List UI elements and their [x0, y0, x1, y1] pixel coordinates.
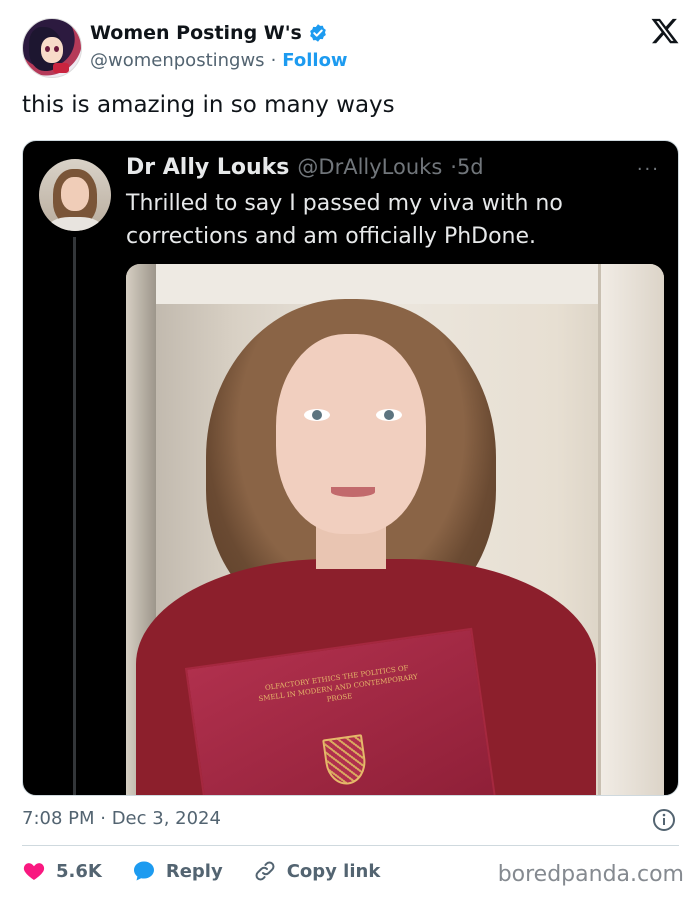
divider — [22, 845, 679, 846]
quoted-tweet-card[interactable]: Dr Ally Louks @DrAllyLouks ·5d ··· Thril… — [22, 140, 679, 796]
reply-button[interactable]: Reply — [132, 859, 223, 883]
like-button[interactable]: 5.6K — [22, 859, 102, 883]
author-display-name[interactable]: Women Posting W's — [90, 22, 302, 44]
quoted-handle[interactable]: @DrAllyLouks — [297, 155, 442, 179]
tweet-header: Women Posting W's @womenpostingws · Foll… — [22, 16, 682, 80]
tweet-timestamp[interactable]: 7:08 PM · Dec 3, 2024 — [22, 808, 221, 829]
book-title: OLFACTORY ETHICS THE POLITICS OF SMELL I… — [258, 663, 419, 704]
author-handle-row: @womenpostingws · Follow — [90, 50, 348, 71]
like-count: 5.6K — [56, 860, 102, 882]
quoted-name-row: Dr Ally Louks @DrAllyLouks ·5d — [126, 155, 484, 180]
copy-link-label: Copy link — [286, 860, 381, 882]
handle-separator: · — [270, 50, 277, 71]
copy-link-button[interactable]: Copy link — [253, 859, 381, 883]
follow-button[interactable]: Follow — [282, 50, 347, 71]
quoted-author-avatar[interactable] — [39, 159, 111, 231]
watermark: boredpanda.com — [497, 862, 684, 887]
quoted-display-name[interactable]: Dr Ally Louks — [126, 155, 289, 180]
action-bar: 5.6K Reply Copy link — [22, 858, 410, 884]
author-handle[interactable]: @womenpostingws — [90, 50, 265, 71]
author-name-row: Women Posting W's — [90, 22, 328, 44]
link-icon — [255, 861, 275, 881]
tweet-text: this is amazing in so many ways — [22, 92, 395, 118]
author-avatar[interactable] — [22, 18, 82, 78]
thread-line — [73, 237, 76, 795]
quoted-tweet-body: Thrilled to say I passed my viva with no… — [126, 191, 563, 249]
x-logo-icon[interactable] — [650, 16, 680, 46]
reply-label: Reply — [165, 860, 223, 882]
heart-icon — [23, 863, 45, 880]
info-icon[interactable] — [652, 808, 676, 832]
reply-bubble-icon — [133, 861, 154, 881]
verified-badge-icon — [310, 24, 326, 42]
quoted-age: ·5d — [450, 155, 484, 179]
university-crest — [322, 734, 369, 788]
more-options-icon[interactable]: ··· — [637, 159, 660, 180]
quoted-tweet-photo[interactable]: OLFACTORY ETHICS THE POLITICS OF SMELL I… — [126, 264, 664, 795]
